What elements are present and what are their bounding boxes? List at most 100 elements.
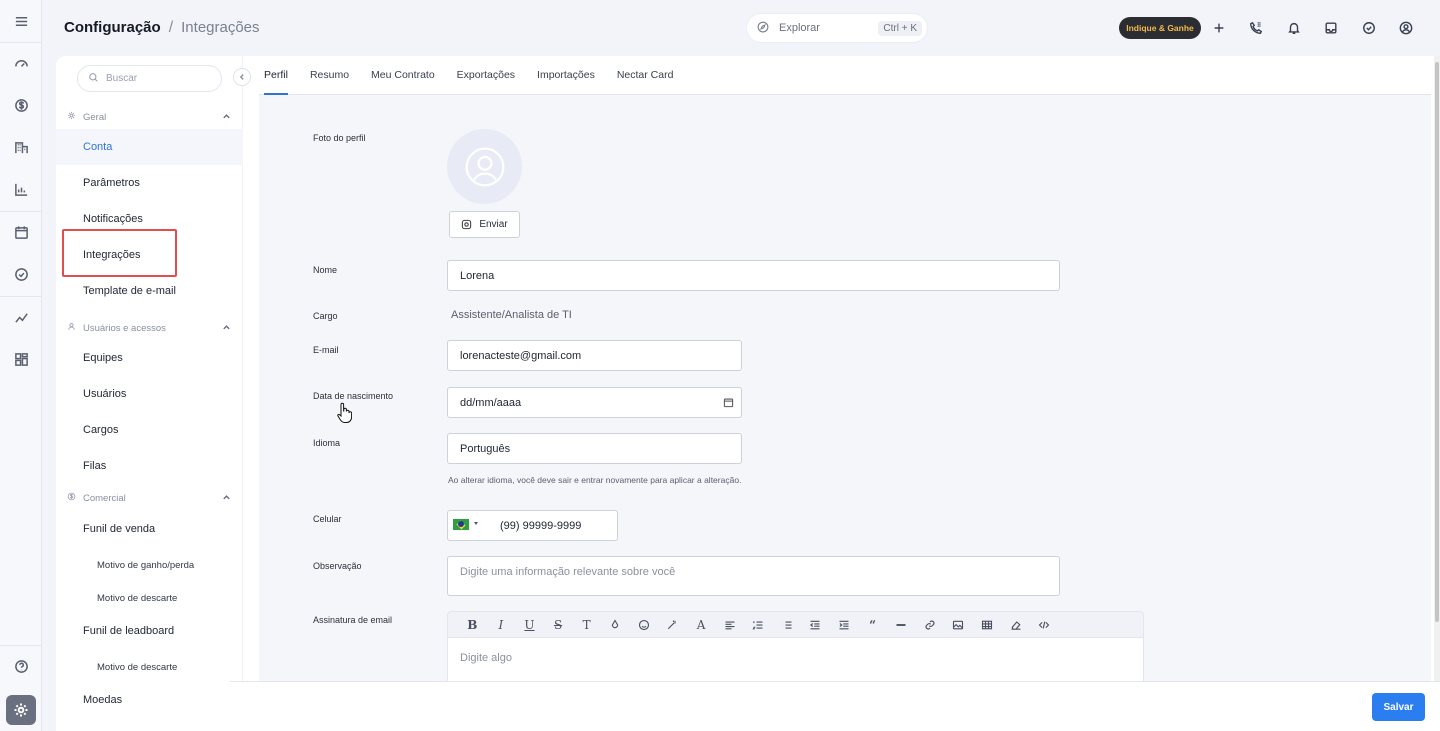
trend-icon[interactable] [7,303,35,331]
sidebar-item-motivo-descarte[interactable]: Motivo de descarte [56,580,243,616]
sidebar-item-motivo-descarte-leadboard[interactable]: Motivo de descarte [56,649,243,685]
italic-icon[interactable]: I [487,615,516,635]
refer-earn-button[interactable]: Indique & Ganhe [1119,17,1201,39]
sidebar-item-template-email[interactable]: Template de e-mail [56,273,243,309]
user-icon [67,322,76,334]
sidebar-search-input[interactable] [106,73,206,84]
sidebar-item-notificacoes[interactable]: Notificações [56,201,243,237]
sidebar-item-equipes[interactable]: Equipes [56,340,243,376]
birthdate-value: dd/mm/aaaa [460,396,522,409]
breadcrumb-root[interactable]: Configuração [64,19,161,36]
rail-divider [0,42,42,43]
help-icon[interactable] [7,652,35,680]
group-comercial[interactable]: Comercial [56,488,243,508]
emoji-icon[interactable] [630,615,659,635]
building-icon[interactable] [7,133,35,161]
calendar-icon[interactable] [7,218,35,246]
magic-wand-icon[interactable] [658,615,687,635]
dashboard-icon[interactable] [7,49,35,77]
link-icon[interactable] [916,615,945,635]
sidebar-item-funil-leadboard[interactable]: Funil de leadboard [56,613,243,649]
inbox-icon[interactable] [1321,18,1341,38]
user-avatar-icon[interactable] [1396,18,1416,38]
dollar-icon[interactable] [7,91,35,119]
phone-input[interactable]: (99) 99999-9999 [447,510,618,541]
check-circle-icon[interactable] [7,260,35,288]
underline-icon[interactable]: U [515,615,544,635]
flag-globe [458,521,464,527]
save-button[interactable]: Salvar [1372,693,1425,721]
cargo-value: Assistente/Analista de TI [451,309,572,321]
bell-icon[interactable] [1284,18,1304,38]
upload-label: Enviar [479,219,508,230]
sidebar-item-motivo-ganho-perda[interactable]: Motivo de ganho/perda [56,547,243,583]
tab-exportacoes[interactable]: Exportações [457,56,515,95]
scrollbar-thumb[interactable] [1435,62,1439,622]
idioma-label: Idioma [313,438,341,448]
eraser-icon[interactable] [1001,615,1030,635]
align-icon[interactable] [715,615,744,635]
left-rail [0,0,42,731]
chart-icon[interactable] [7,175,35,203]
outdent-icon[interactable] [801,615,830,635]
strikethrough-icon[interactable]: S [544,615,573,635]
rail-divider [0,211,42,212]
apps-icon[interactable] [7,345,35,373]
sidebar-item-filas[interactable]: Filas [56,448,243,484]
email-input[interactable]: lorenacteste@gmail.com [447,340,742,371]
group-geral[interactable]: Geral [56,107,243,127]
image-icon[interactable] [944,615,973,635]
tab-perfil[interactable]: Perfil [264,56,288,95]
text-color-icon[interactable] [601,615,630,635]
phone-icon[interactable] [1246,18,1266,38]
camera-icon [462,219,472,230]
sidebar-item-cargos[interactable]: Cargos [56,412,243,448]
gear-icon [67,111,76,123]
profile-form [259,95,1431,685]
indent-icon[interactable] [830,615,859,635]
birthdate-input[interactable]: dd/mm/aaaa [447,387,742,418]
sidebar-item-moedas[interactable]: Moedas [56,682,243,718]
nome-input[interactable]: Lorena [447,260,1060,291]
sidebar-item-conta[interactable]: Conta [56,129,243,165]
font-icon[interactable]: A [687,615,716,635]
tab-importacoes[interactable]: Importações [537,56,595,95]
text-size-icon[interactable]: T [572,615,601,635]
sidebar-item-funil-venda[interactable]: Funil de venda [56,511,243,547]
horizontal-rule-icon[interactable] [887,615,916,635]
language-select[interactable]: Português [447,433,742,464]
ordered-list-icon[interactable] [744,615,773,635]
sidebar-item-integracoes[interactable]: Integrações [56,237,243,273]
nascimento-label: Data de nascimento [313,391,394,401]
group-label: Usuários e acessos [83,322,166,334]
tab-nectar-card[interactable]: Nectar Card [617,56,674,95]
collapse-sidebar-button[interactable] [233,68,251,86]
user-placeholder-icon [465,147,504,186]
upload-photo-button[interactable]: Enviar [449,211,520,238]
settings-gear-icon[interactable] [6,695,36,725]
observation-textarea[interactable]: Digite uma informação relevante sobre vo… [447,556,1060,596]
plus-icon[interactable] [1209,18,1229,38]
country-caret-icon[interactable] [474,522,478,525]
code-icon[interactable] [1030,615,1059,635]
explore-search[interactable]: Explorar Ctrl + K [747,14,927,42]
group-label: Comercial [83,492,126,504]
chevron-up-icon [222,112,231,124]
group-usuarios[interactable]: Usuários e acessos [56,318,243,338]
page-scrollbar[interactable] [1434,56,1440,681]
bullet-list-icon[interactable] [773,615,802,635]
chevron-up-icon [222,323,231,335]
calendar-icon[interactable] [723,397,734,411]
sidebar-item-usuarios[interactable]: Usuários [56,376,243,412]
menu-icon[interactable] [7,7,35,35]
task-check-icon[interactable] [1359,18,1379,38]
quote-icon[interactable]: “ [858,615,887,635]
sidebar-search[interactable] [77,65,222,92]
bold-icon[interactable]: B [458,615,487,635]
table-icon[interactable] [973,615,1002,635]
tab-meu-contrato[interactable]: Meu Contrato [371,56,435,95]
sidebar-item-parametros[interactable]: Parâmetros [56,165,243,201]
settings-sidebar: Geral Conta Parâmetros Notificações Inte… [56,56,251,731]
tab-resumo[interactable]: Resumo [310,56,349,95]
foto-label: Foto do perfil [313,133,366,143]
